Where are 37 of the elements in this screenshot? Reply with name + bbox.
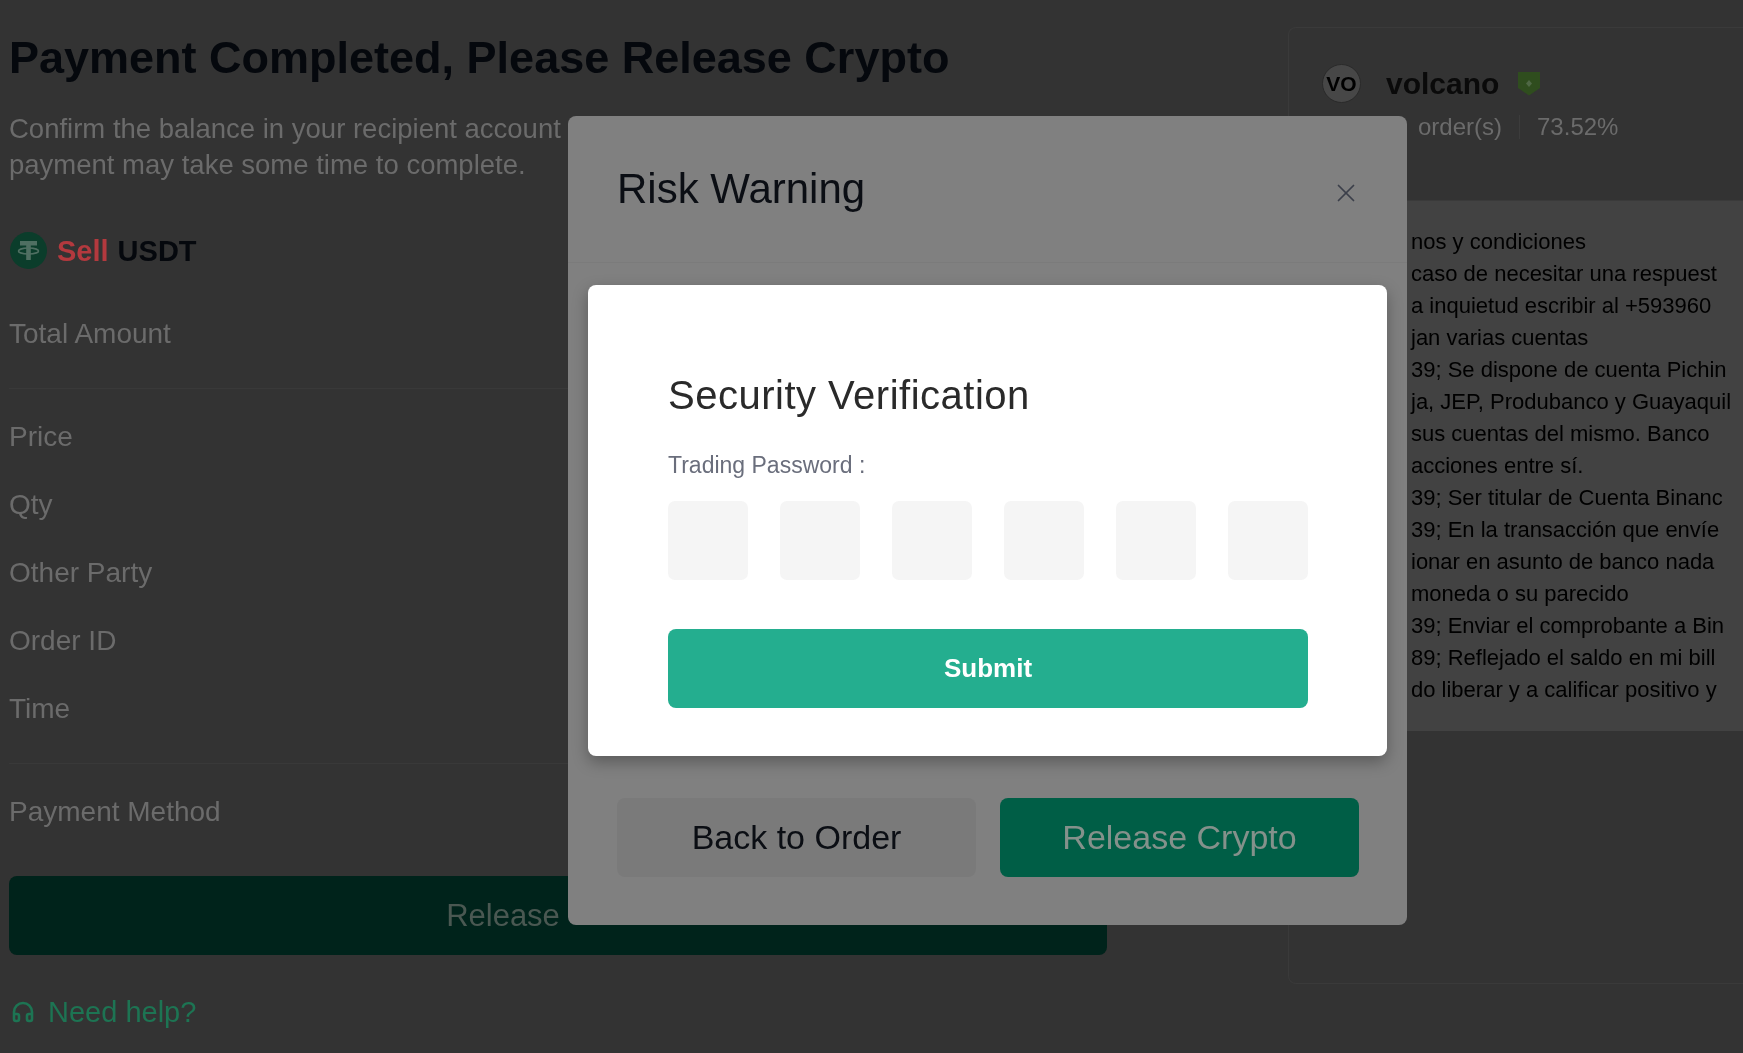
headphones-icon [11, 1000, 35, 1024]
description-text: payment may take some time to complete. [9, 148, 526, 182]
dialog-title: Risk Warning [617, 164, 866, 214]
terms-line: jan varias cuentas [1411, 324, 1589, 352]
description-text: Confirm the balance in your recipient account [9, 112, 561, 146]
terms-line: moneda o su parecido [1411, 580, 1629, 608]
detail-label: Time [9, 692, 71, 726]
terms-line: ionar en asunto de banco nada [1411, 548, 1715, 576]
detail-label: Other Party [9, 556, 153, 590]
completion-rate: 73.52% [1537, 112, 1619, 142]
back-button[interactable]: Back to Order [617, 798, 976, 877]
order-count: order(s) [1418, 112, 1502, 142]
terms-line: ja, JEP, Produbanco y Guayaquil [1411, 388, 1732, 416]
detail-label: Price [9, 420, 73, 454]
terms-line: acciones entre sí. [1411, 452, 1584, 480]
submit-button[interactable]: Submit [668, 629, 1308, 708]
terms-line: 39; En la transacción que envíe [1411, 516, 1720, 544]
terms-line: 39; Se dispone de cuenta Pichin [1411, 356, 1727, 384]
detail-label: Payment Method [9, 795, 221, 829]
help-link[interactable]: Need help? [11, 994, 197, 1030]
dialog-title: Security Verification [668, 372, 1030, 419]
terms-line: caso de necesitar una respuest [1411, 260, 1717, 288]
detail-label: Qty [9, 488, 53, 522]
trade-side-text: Sell [57, 233, 109, 268]
coin-icon [10, 232, 47, 269]
terms-line: 89; Reflejado el saldo en mi bill [1411, 644, 1716, 672]
detail-label: Total Amount [9, 317, 171, 351]
terms-line: sus cuentas del mismo. Banco [1411, 420, 1710, 448]
field-label: Trading Password : [668, 451, 866, 480]
avatar: VO [1322, 64, 1361, 103]
terms-line: 39; Enviar el comprobante a Bin [1411, 612, 1725, 640]
release-button[interactable]: Release Crypto [1000, 798, 1359, 877]
terms-line: 39; Ser titular de Cuenta Binanc [1411, 484, 1723, 512]
terms-line: nos y condiciones [1411, 228, 1586, 256]
detail-label: Order ID [9, 624, 117, 658]
terms-line: a inquietud escribir al +593960 [1411, 292, 1712, 320]
terms-line: do liberar y a calificar positivo y [1411, 676, 1717, 704]
